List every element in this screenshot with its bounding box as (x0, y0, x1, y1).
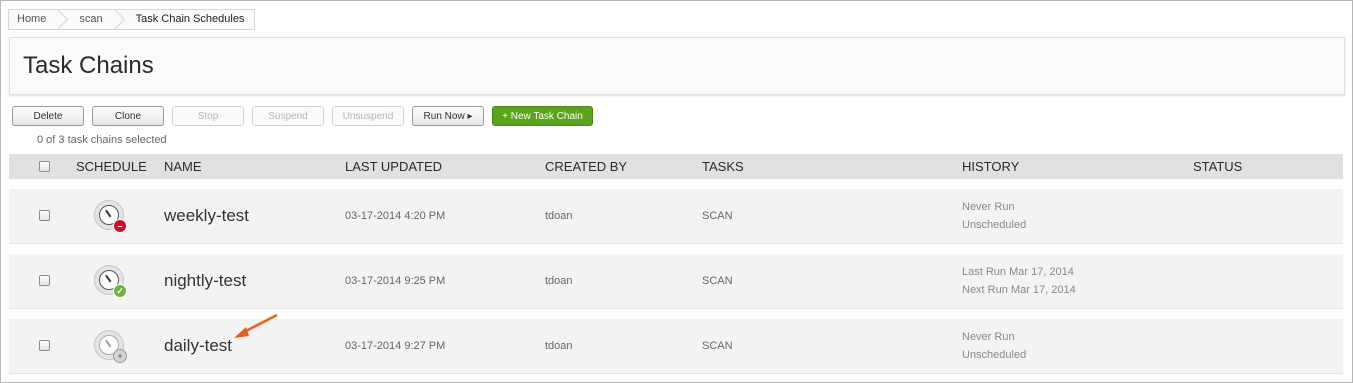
column-name[interactable]: NAME (164, 159, 202, 174)
last-updated: 03-17-2014 9:27 PM (345, 340, 446, 352)
created-by: tdoan (545, 275, 573, 287)
tasks: SCAN (702, 275, 733, 287)
unsuspend-button[interactable]: Unsuspend (332, 106, 404, 126)
annotation-arrow-icon (234, 313, 278, 338)
selection-count: 0 of 3 task chains selected (37, 134, 167, 146)
suspend-button[interactable]: Suspend (252, 106, 324, 126)
page-title: Task Chains (23, 52, 154, 79)
history-line1: Never Run (962, 201, 1015, 213)
stop-button[interactable]: Stop (172, 106, 244, 126)
row-checkbox[interactable] (39, 340, 50, 351)
table-row[interactable]: + daily-test 03-17-2014 9:27 PM tdoan SC… (9, 319, 1343, 374)
breadcrumb-home[interactable]: Home (8, 9, 59, 30)
new-task-chain-button[interactable]: + New Task Chain (492, 106, 593, 126)
history-line1: Never Run (962, 331, 1015, 343)
created-by: tdoan (545, 340, 573, 352)
clock-icon[interactable]: ✓ (94, 265, 127, 298)
task-chain-name[interactable]: weekly-test (164, 206, 249, 226)
last-updated: 03-17-2014 4:20 PM (345, 210, 446, 222)
last-updated: 03-17-2014 9:25 PM (345, 275, 446, 287)
run-now-button[interactable]: Run Now ▸ (412, 106, 484, 126)
clone-button[interactable]: Clone (92, 106, 164, 126)
table-row[interactable]: ✓ nightly-test 03-17-2014 9:25 PM tdoan … (9, 254, 1343, 309)
table-header: SCHEDULE NAME LAST UPDATED CREATED BY TA… (9, 154, 1343, 179)
clock-icon[interactable]: – (94, 200, 127, 233)
task-chain-name[interactable]: nightly-test (164, 271, 246, 291)
column-status[interactable]: STATUS (1193, 159, 1242, 174)
column-history[interactable]: HISTORY (962, 159, 1019, 174)
created-by: tdoan (545, 210, 573, 222)
breadcrumb: Home scan Task Chain Schedules (8, 9, 256, 30)
clock-icon[interactable]: + (94, 330, 127, 363)
add-badge-icon: + (113, 349, 127, 363)
title-panel: Task Chains (9, 37, 1345, 95)
checkmark-badge-icon: ✓ (113, 284, 127, 298)
history-line2: Unscheduled (962, 219, 1027, 231)
task-chain-name[interactable]: daily-test (164, 336, 232, 356)
delete-button[interactable]: Delete (12, 106, 84, 126)
column-last-updated[interactable]: LAST UPDATED (345, 159, 442, 174)
column-created-by[interactable]: CREATED BY (545, 159, 627, 174)
tasks: SCAN (702, 340, 733, 352)
row-checkbox[interactable] (39, 210, 50, 221)
history-line2: Unscheduled (962, 349, 1027, 361)
column-tasks[interactable]: TASKS (702, 159, 744, 174)
history-line1: Last Run Mar 17, 2014 (962, 266, 1074, 278)
row-checkbox[interactable] (39, 275, 50, 286)
select-all-checkbox[interactable] (39, 161, 50, 172)
stopped-badge-icon: – (113, 219, 127, 233)
column-schedule[interactable]: SCHEDULE (76, 159, 147, 174)
breadcrumb-current: Task Chain Schedules (114, 9, 256, 30)
table-row[interactable]: – weekly-test 03-17-2014 4:20 PM tdoan S… (9, 189, 1343, 244)
tasks: SCAN (702, 210, 733, 222)
history-line2: Next Run Mar 17, 2014 (962, 284, 1076, 296)
